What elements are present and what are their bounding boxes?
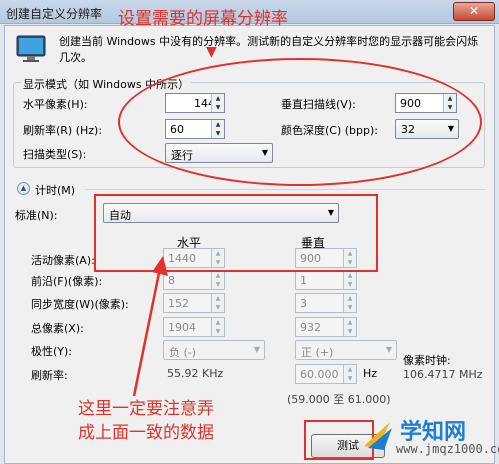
monitor-icon: [16, 35, 46, 62]
h-pixels-label: 水平像素(H):: [23, 98, 88, 111]
scan-type-label: 扫描类型(S):: [23, 148, 87, 161]
sync-width-v: 3 ▲ ▼: [295, 293, 357, 313]
watermark: 学知网 www.jmqz1000.com: [356, 412, 499, 464]
total-pixels-v: 932 ▲ ▼: [295, 317, 357, 337]
annotation-arrow-icon: [132, 256, 168, 397]
front-porch-v: 1 ▲ ▼: [295, 270, 357, 290]
collapse-timing-icon[interactable]: ▲: [17, 182, 30, 195]
pixel-clock-label: 像素时钟:: [403, 354, 451, 367]
refresh-hz-unit: Hz: [363, 367, 378, 380]
annotation-bottom-line2: 成上面一致的数据: [78, 423, 214, 443]
timing-refresh-label: 刷新率:: [31, 369, 68, 382]
total-pixels-label: 总像素(X):: [31, 322, 84, 335]
close-icon: ✕: [468, 4, 480, 18]
refresh-hz-stepper: 60.000 ▲ ▼: [295, 364, 357, 384]
annotation-top-text: 设置需要的屏幕分辨率: [118, 9, 288, 29]
standard-label: 标准(N):: [15, 209, 58, 222]
active-pixels-label: 活动像素(A):: [31, 254, 95, 267]
annotation-bottom-line1: 这里一定要注意弄: [78, 399, 214, 419]
window-title: 创建自定义分辨率: [6, 7, 103, 21]
timing-divider: [85, 189, 485, 190]
annotation-oval: [118, 58, 482, 186]
refresh-rate-label: 刷新率(R) (Hz):: [23, 124, 103, 137]
polarity-v-select: 正 (+) ▼: [295, 340, 397, 360]
watermark-logo-icon: [364, 422, 392, 450]
total-pixels-v-value: 932: [300, 321, 321, 334]
pixel-clock-value: 106.4717 MHz: [403, 368, 483, 381]
refresh-range-text: (59.000 至 61.000): [287, 393, 391, 406]
close-button[interactable]: ✕: [453, 2, 495, 21]
annotation-arrow-icon: ▼: [206, 44, 217, 60]
refresh-hz-value: 60.000: [300, 368, 339, 381]
chevron-down-icon: ▼: [253, 345, 260, 354]
sync-width-v-value: 3: [300, 297, 307, 310]
front-porch-label: 前沿(F)(像素):: [31, 275, 103, 288]
watermark-url: www.jmqz1000.com: [396, 442, 499, 456]
polarity-label: 极性(Y):: [31, 345, 73, 358]
chevron-down-icon: ▼: [385, 345, 392, 354]
sync-width-label: 同步宽度(W)(像素):: [31, 298, 129, 311]
front-porch-v-value: 1: [300, 274, 307, 287]
timing-section-label: 计时(M): [35, 184, 76, 197]
polarity-v-value: 正 (+): [301, 346, 334, 359]
